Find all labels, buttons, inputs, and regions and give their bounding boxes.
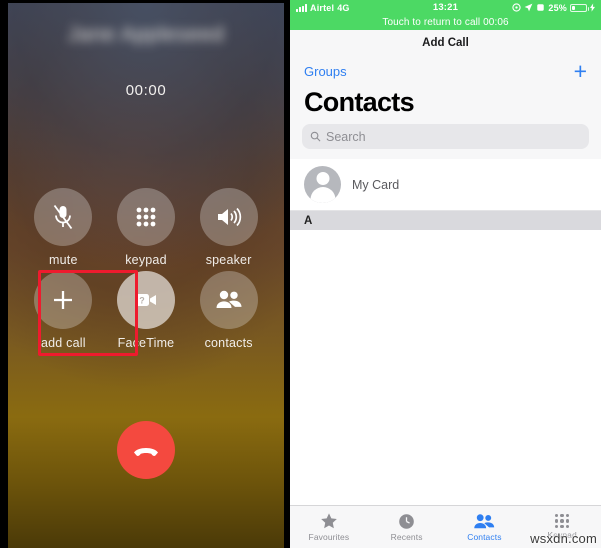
keypad-button-label: keypad	[125, 253, 167, 267]
mute-button[interactable]: mute	[26, 188, 100, 267]
tab-contacts[interactable]: Contacts	[446, 513, 524, 542]
facetime-video-icon: ?	[134, 294, 156, 306]
speaker-button-circle	[199, 188, 258, 246]
iphone-call-screen: Jane Appleseed 00:00 mute keypad speaker…	[0, 0, 290, 548]
contacts-button[interactable]: contacts	[192, 271, 266, 350]
speaker-icon	[217, 207, 241, 227]
end-call-button[interactable]	[117, 421, 175, 479]
call-controls-row-1: mute keypad speaker	[8, 188, 284, 267]
tab-recents[interactable]: Recents	[368, 513, 446, 542]
contacts-list: My Card A	[290, 159, 601, 230]
keypad-button[interactable]: keypad	[109, 188, 183, 267]
my-card-label: My Card	[352, 177, 400, 192]
groups-link[interactable]: Groups	[304, 64, 347, 79]
search-placeholder: Search	[326, 129, 366, 144]
tab-recents-label: Recents	[390, 531, 423, 542]
caller-name: Jane Appleseed	[67, 23, 225, 46]
add-contact-icon[interactable]: +	[574, 60, 587, 83]
keypad-dots-icon	[554, 513, 570, 529]
keypad-dots-icon	[136, 207, 156, 227]
search-wrapper: Search	[290, 124, 601, 159]
battery-percent: 25%	[548, 2, 567, 13]
end-call-handset-icon	[134, 448, 158, 456]
battery-icon	[570, 3, 589, 12]
call-controls-row-2: add call ? FaceTime contacts	[8, 271, 284, 350]
mute-button-label: mute	[49, 253, 78, 267]
call-screen-background: Jane Appleseed 00:00 mute keypad speaker…	[8, 3, 284, 548]
people-icon	[474, 513, 495, 528]
keypad-button-circle	[116, 188, 175, 246]
clock-icon	[399, 513, 414, 529]
charging-bolt-icon	[590, 3, 595, 12]
status-bar: Airtel 4G 13:21 25%	[290, 0, 601, 15]
comparison-screenshot: Jane Appleseed 00:00 mute keypad speaker…	[0, 0, 601, 548]
facetime-button-label: FaceTime	[117, 336, 175, 350]
facetime-button[interactable]: ? FaceTime	[109, 271, 183, 350]
site-watermark: wsxdn.com	[530, 531, 597, 546]
call-duration-timer: 00:00	[125, 82, 167, 99]
tab-favourites[interactable]: Favourites	[290, 512, 368, 542]
search-icon	[310, 131, 321, 142]
add-call-button-circle	[34, 271, 93, 329]
contacts-button-circle	[199, 271, 258, 329]
section-header-a: A	[290, 211, 601, 230]
avatar	[304, 166, 341, 203]
location-arrow-icon	[525, 3, 533, 12]
alarm-clock-icon	[512, 3, 522, 12]
nav-title: Add Call	[290, 30, 601, 56]
facetime-button-circle: ?	[116, 271, 175, 329]
speaker-button[interactable]: speaker	[192, 188, 266, 267]
tab-favourites-label: Favourites	[308, 532, 350, 542]
speaker-button-label: speaker	[205, 253, 252, 267]
my-card-row[interactable]: My Card	[290, 159, 601, 211]
search-input[interactable]: Search	[302, 124, 589, 149]
add-call-button-label: add call	[40, 336, 86, 350]
contacts-people-icon	[216, 290, 242, 308]
mute-button-circle	[34, 188, 93, 246]
status-bar-right: 25%	[512, 3, 595, 13]
plus-icon	[54, 291, 73, 309]
contacts-button-label: contacts	[204, 336, 253, 350]
groups-row: Groups +	[290, 56, 601, 85]
return-to-call-banner[interactable]: Touch to return to call 00:06	[290, 15, 601, 30]
microphone-muted-icon	[54, 204, 73, 230]
add-call-button[interactable]: add call	[26, 271, 100, 350]
iphone-contacts-screen: Airtel 4G 13:21 25% Touch to return to c…	[290, 0, 601, 548]
tab-contacts-label: Contacts	[467, 531, 502, 542]
star-icon	[321, 513, 337, 529]
lock-rotation-icon	[537, 4, 545, 11]
svg-text:?: ?	[139, 296, 145, 306]
page-title: Contacts	[290, 85, 601, 124]
